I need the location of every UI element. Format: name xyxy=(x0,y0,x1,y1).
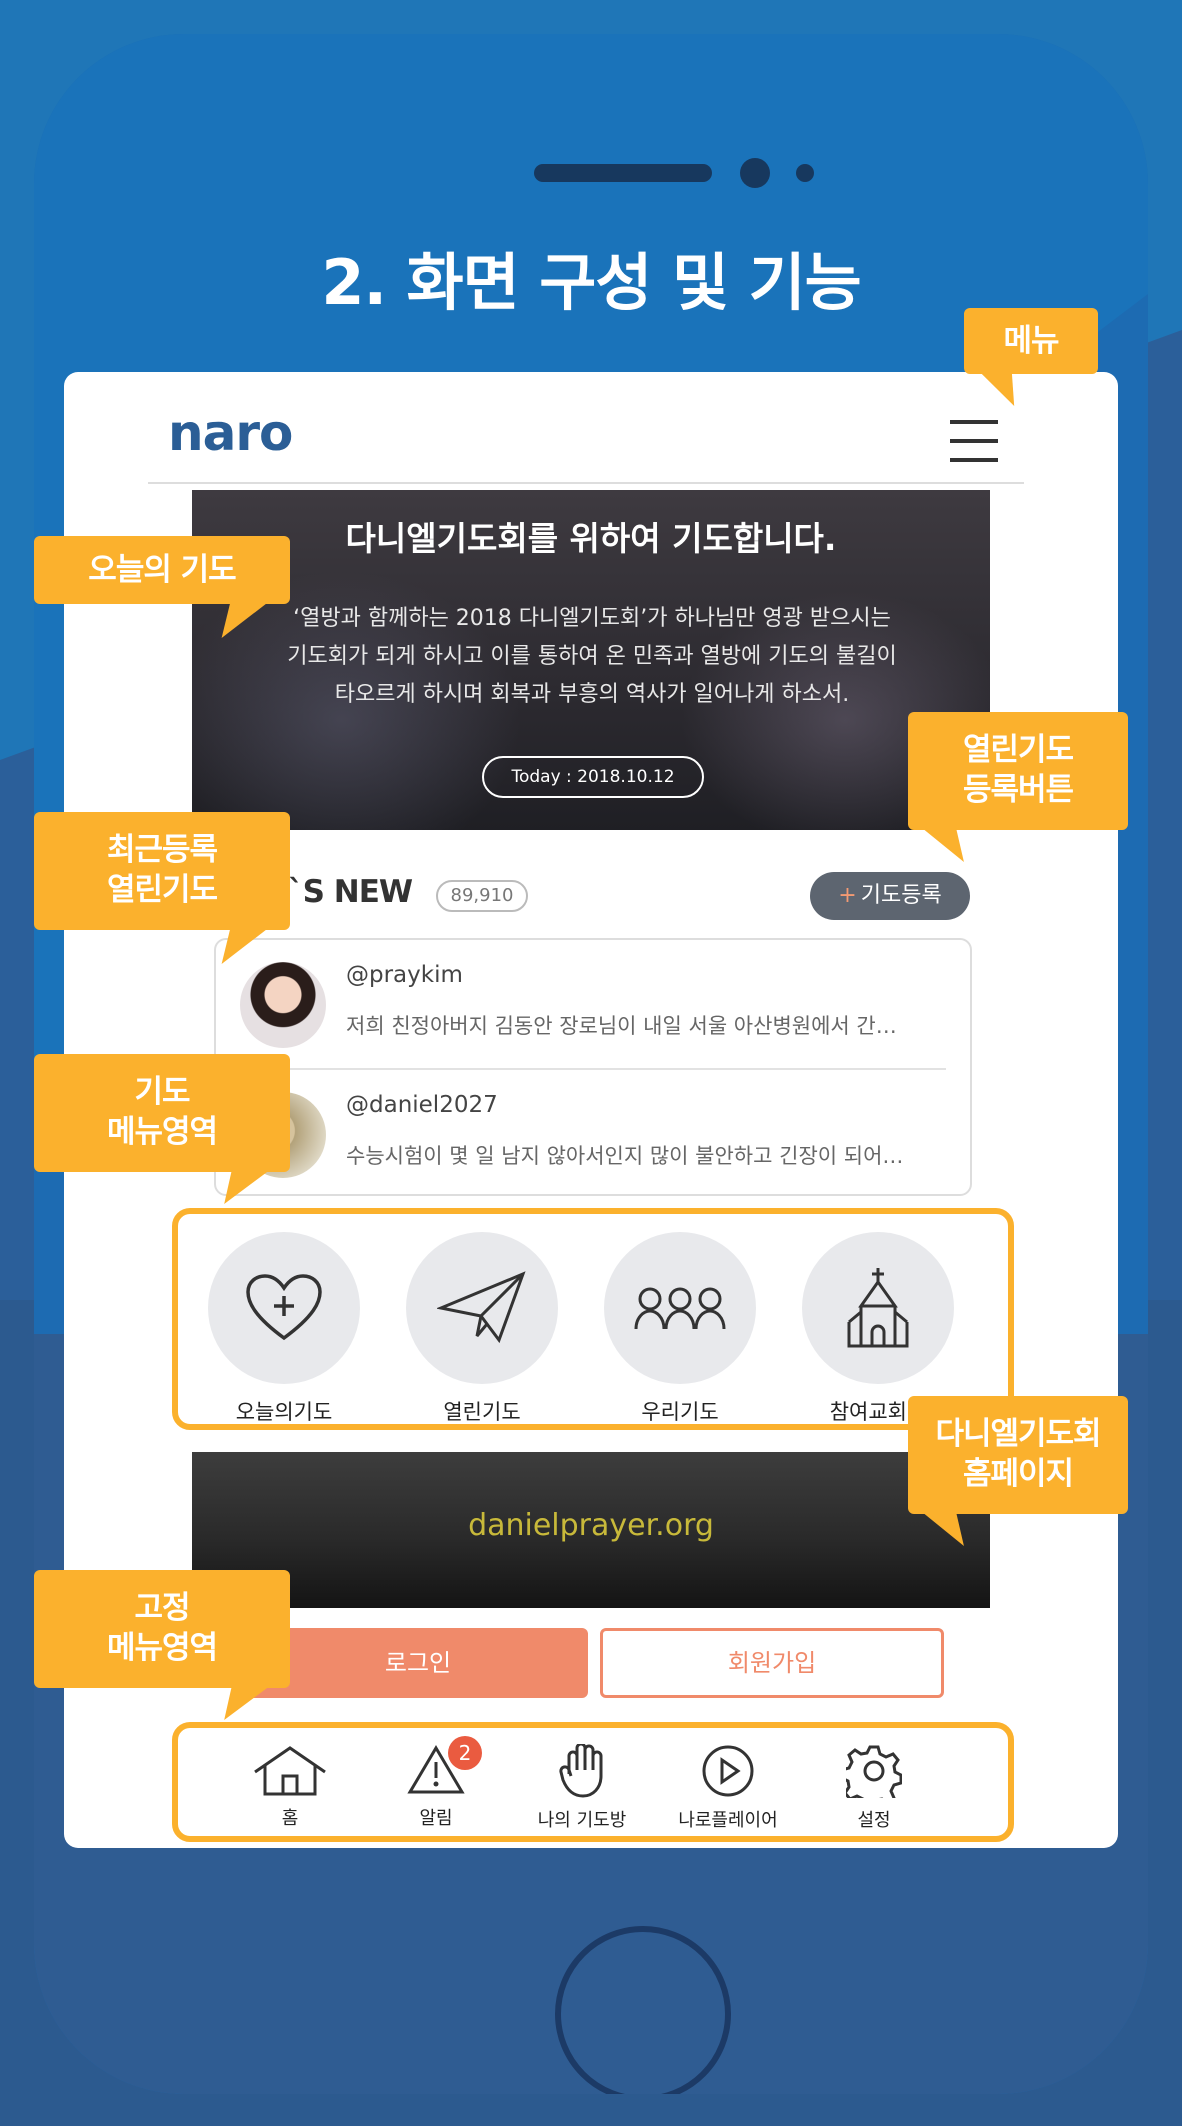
hero-body-line: 기도회가 되게 하시고 이를 통하여 온 민족과 열방에 기도의 불길이 xyxy=(287,644,897,669)
callout-prayer-menu-area: 기도 메뉴영역 xyxy=(34,1054,290,1172)
hero-body-line: ‘열방과 함께하는 2018 다니엘기도회’가 하나님만 영광 받으시는 xyxy=(293,606,891,631)
prayer-count-badge: 89,910 xyxy=(436,880,528,912)
user-name: @daniel2027 xyxy=(346,1092,498,1118)
tab-label: 나의 기도방 xyxy=(537,1810,627,1831)
paper-plane-icon xyxy=(406,1232,558,1384)
list-item[interactable]: @daniel2027 수능시험이 몇 일 남지 않아서인지 많이 불안하고 긴… xyxy=(240,1068,946,1196)
naro-logo[interactable]: naro xyxy=(168,404,293,462)
phone-speaker xyxy=(534,164,712,182)
group-icon xyxy=(604,1232,756,1384)
tab-label: 나로플레이어 xyxy=(678,1810,778,1831)
app-header: naro xyxy=(148,392,1024,484)
hero-title: 다니엘기도회를 위하여 기도합니다. xyxy=(345,519,837,558)
callout-recent-open-prayer: 최근등록 열린기도 xyxy=(34,812,290,930)
recent-prayer-list: @praykim 저희 친정아버지 김동안 장로님이 내일 서울 아산병원에서 … xyxy=(214,938,972,1196)
avatar xyxy=(240,962,326,1048)
today-prayer-hero: 다니엘기도회를 위하여 기도합니다. ‘열방과 함께하는 2018 다니엘기도회… xyxy=(192,490,990,830)
gear-icon xyxy=(840,1745,903,1808)
menu-today-prayer[interactable]: 오늘의기도 xyxy=(204,1232,364,1426)
user-name: @praykim xyxy=(346,962,463,988)
daniel-homepage-banner[interactable]: danielprayer.org xyxy=(192,1452,990,1608)
hero-body-line: 타오르게 하시며 회복과 부흥의 역사가 일어나게 하소서. xyxy=(334,682,850,707)
callout-daniel-homepage: 다니엘기도회 홈페이지 xyxy=(908,1396,1128,1514)
hero-body: ‘열방과 함께하는 2018 다니엘기도회’가 하나님만 영광 받으시는 기도회… xyxy=(222,600,962,714)
register-prayer-button[interactable]: + 기도등록 xyxy=(810,872,970,920)
menu-label: 열린기도 xyxy=(443,1400,521,1424)
login-button[interactable]: 로그인 xyxy=(248,1628,588,1698)
phone-camera xyxy=(740,158,770,188)
logo-text: naro xyxy=(168,404,293,462)
tab-label: 설정 xyxy=(857,1810,891,1831)
callout-text: 열린기도 xyxy=(106,872,218,908)
register-prayer-label: 기도등록 xyxy=(860,883,942,908)
callout-text: 최근등록 xyxy=(106,832,218,868)
prayer-preview: 수능시험이 몇 일 남지 않아서인지 많이 불안하고 긴장이 되어… xyxy=(346,1144,904,1168)
tab-home[interactable]: 홈 xyxy=(220,1744,360,1830)
play-icon xyxy=(702,1745,754,1797)
home-icon xyxy=(254,1746,326,1796)
tab-naro-player[interactable]: 나로플레이어 xyxy=(658,1744,798,1832)
callout-text: 고정 xyxy=(134,1590,190,1626)
fixed-tab-bar: 홈 2 알림 나의 기도방 나로플레이어 설정 xyxy=(172,1722,1014,1842)
callout-text: 메뉴영역 xyxy=(106,1630,218,1666)
tab-label: 알림 xyxy=(419,1808,453,1829)
menu-open-prayer[interactable]: 열린기도 xyxy=(402,1232,562,1426)
hand-icon xyxy=(559,1742,603,1798)
alert-count-badge: 2 xyxy=(448,1736,482,1770)
callout-menu: 메뉴 xyxy=(964,308,1098,374)
callout-text: 메뉴 xyxy=(1003,323,1059,359)
phone-home-button[interactable] xyxy=(555,1926,731,2094)
callout-fixed-menu-area: 고정 메뉴영역 xyxy=(34,1570,290,1688)
tab-label: 홈 xyxy=(281,1808,299,1829)
church-icon xyxy=(802,1232,954,1384)
prayer-preview: 저희 친정아버지 김동안 장로님이 내일 서울 아산병원에서 간… xyxy=(346,1014,897,1038)
tab-my-prayer-room[interactable]: 나의 기도방 xyxy=(512,1742,652,1832)
tab-settings[interactable]: 설정 xyxy=(804,1744,944,1832)
menu-label: 우리기도 xyxy=(641,1400,719,1424)
callout-text: 메뉴영역 xyxy=(106,1114,218,1150)
menu-label: 오늘의기도 xyxy=(235,1400,333,1424)
hamburger-menu-icon[interactable] xyxy=(950,420,998,466)
prayer-menu-area: 오늘의기도 열린기도 우리기도 참여교회안 xyxy=(172,1208,1014,1430)
today-date-badge: Today : 2018.10.12 xyxy=(482,756,704,798)
callout-text: 홈페이지 xyxy=(962,1456,1074,1492)
callout-text: 열린기도 xyxy=(962,732,1074,768)
list-item[interactable]: @praykim 저희 친정아버지 김동안 장로님이 내일 서울 아산병원에서 … xyxy=(216,940,970,1068)
heart-cross-icon xyxy=(208,1232,360,1384)
plus-icon: + xyxy=(838,883,857,908)
phone-sensor xyxy=(796,164,814,182)
callout-open-prayer-register: 열린기도 등록버튼 xyxy=(908,712,1128,830)
banner-link-text[interactable]: danielprayer.org xyxy=(192,1508,990,1543)
callout-text: 다니엘기도회 xyxy=(935,1416,1101,1452)
callout-text: 기도 xyxy=(134,1074,190,1110)
join-button[interactable]: 회원가입 xyxy=(600,1628,944,1698)
callout-text: 등록버튼 xyxy=(962,772,1074,808)
tab-alert[interactable]: 2 알림 xyxy=(366,1736,506,1830)
menu-our-prayer[interactable]: 우리기도 xyxy=(600,1232,760,1426)
